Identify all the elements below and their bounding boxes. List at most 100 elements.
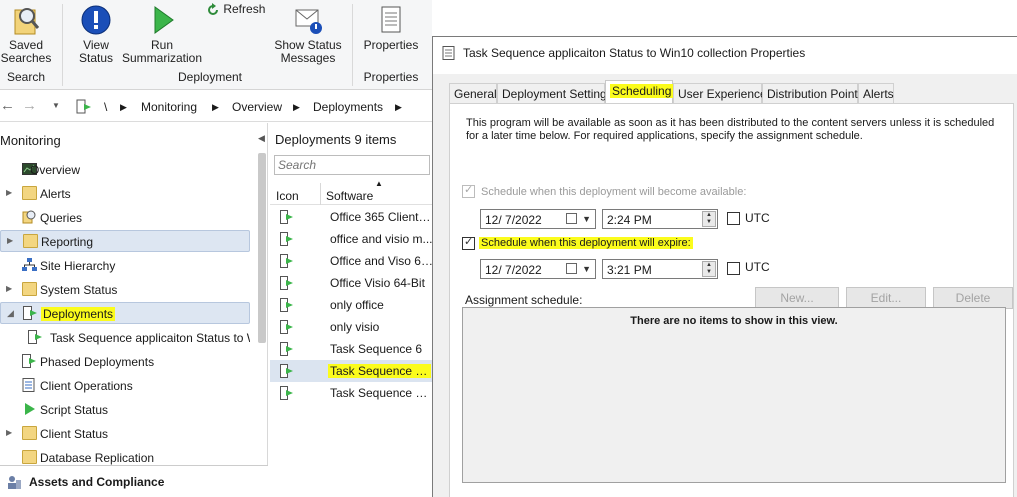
view-status-button[interactable]: View Status [72,4,120,65]
expand-arrow-icon[interactable]: ▶ [6,284,12,293]
tree-item-database-replication[interactable]: Database Replication [0,447,250,465]
column-header-icon[interactable]: Icon [276,189,299,203]
nav-scrollbar[interactable] [258,153,266,343]
tree-item-phased-deployments[interactable]: Phased Deployments [0,351,250,373]
list-row[interactable]: office and visio m... [270,228,433,250]
expand-arrow-icon[interactable]: ▶ [6,188,12,197]
refresh-label: Refresh [223,2,266,17]
spin-button-icon[interactable]: ▲ ▼ [702,211,716,227]
calendar-icon[interactable] [566,263,577,274]
tree-item-label: Overview [30,163,81,177]
column-divider [320,183,321,205]
expire-date-picker[interactable]: 12/ 7/2022 ▼ [480,259,596,279]
tab-distribution-points[interactable]: Distribution Points [762,83,864,104]
history-dropdown-icon[interactable]: ▼ [52,101,60,110]
scheduling-page: This program will be available as soon a… [449,103,1014,497]
spin-button-icon[interactable]: ▲ ▼ [702,261,716,277]
tab-user-experience[interactable]: User Experience [673,83,767,104]
expire-utc-label: UTC [745,260,770,274]
tab-general[interactable]: General [449,83,497,104]
list-row[interactable]: Office and Viso 64... [270,250,433,272]
deployment-icon [280,386,293,400]
available-checkbox[interactable]: ✓ [462,184,475,198]
search-box[interactable] [274,155,430,175]
column-header-software[interactable]: Software [326,189,373,203]
list-row[interactable]: Task Sequence 6 [270,338,432,360]
tree-item-reporting[interactable]: ▶ Reporting [0,230,250,252]
ribbon: Saved Searches View Status Run Summariza… [0,0,432,90]
list-row-selected[interactable]: Task Sequence ap... [270,360,432,382]
tree-item-queries[interactable]: Queries [0,207,250,229]
tree-item-site-hierarchy[interactable]: Site Hierarchy [0,255,250,277]
show-status-messages-button[interactable]: Show Status Messages [272,4,344,65]
collapse-arrow-icon[interactable]: ◢ [7,308,14,319]
expand-arrow-icon[interactable]: ▶ [7,236,13,245]
chevron-down-icon[interactable]: ▼ [582,264,591,274]
workspace-assets-and-compliance[interactable]: Assets and Compliance [0,465,268,497]
list-row[interactable]: only visio [270,316,432,338]
folder-icon [23,234,38,248]
expire-utc-checkbox[interactable] [727,262,740,275]
list-row[interactable]: Task Sequence we... [270,382,433,404]
tree-item-task-sequence-status[interactable]: Task Sequence applicaiton Status to W [0,327,250,349]
back-arrow-icon[interactable]: ← [0,97,15,114]
tab-alerts[interactable]: Alerts [858,83,894,104]
queries-icon [22,210,36,224]
saved-searches-button[interactable]: Saved Searches [0,4,52,65]
properties-button[interactable]: Properties [360,4,422,52]
sort-ascending-icon: ▲ [375,179,383,188]
chevron-down-icon[interactable]: ▼ [582,214,591,224]
calendar-icon[interactable] [566,213,577,224]
expire-checkbox[interactable]: ✓ [462,236,475,250]
tree-item-client-status[interactable]: ▶ Client Status [0,423,250,445]
expand-arrow-icon[interactable]: ▶ [6,428,12,437]
run-summarization-label: Run Summarization [121,38,203,65]
list-row[interactable]: only office [270,294,432,316]
row-software: Task Sequence 6 [330,342,423,356]
properties-icon [442,46,455,60]
ribbon-separator [352,4,353,86]
available-utc-checkbox[interactable] [727,212,740,225]
tree-item-alerts[interactable]: ▶ Alerts [0,183,250,205]
tab-deployment-settings[interactable]: Deployment Settings [497,83,613,104]
expire-time-picker[interactable]: 3:21 PM ▲ ▼ [602,259,718,279]
deployment-icon [280,276,293,290]
tree-item-deployments[interactable]: ◢ Deployments [0,302,250,324]
folder-icon [22,426,37,440]
nav-title: Monitoring [0,133,61,148]
edit-button[interactable]: Edit... [846,287,926,309]
tree-item-label: System Status [40,283,118,297]
hierarchy-icon [22,258,37,271]
status-messages-icon [295,9,322,34]
available-time-picker[interactable]: 2:24 PM ▲ ▼ [602,209,718,229]
breadcrumb-monitoring[interactable]: Monitoring [141,100,197,114]
collapse-left-icon[interactable]: ◀ [258,133,265,144]
delete-button[interactable]: Delete [933,287,1013,309]
deployment-icon [280,298,293,312]
list-row[interactable]: Office 365 Client U... [270,206,433,228]
list-header: Icon Software ▲ [270,179,432,205]
play-icon [154,6,174,34]
expire-date: 12/ 7/2022 [485,263,542,277]
breadcrumb-root[interactable]: \ [104,100,107,114]
tree-item-label: Task Sequence applicaiton Status to W [50,331,250,345]
available-date-picker[interactable]: 12/ 7/2022 ▼ [480,209,596,229]
breadcrumb-deployments[interactable]: Deployments [313,100,383,114]
assignment-schedule-list[interactable]: There are no items to show in this view. [462,307,1006,483]
dialog-body: General Deployment Settings Scheduling U… [433,74,1017,497]
breadcrumb-overview[interactable]: Overview [232,100,282,114]
tree-item-overview[interactable]: Overview [0,159,250,181]
row-software: office and visio m... [330,232,433,246]
tab-scheduling[interactable]: Scheduling [605,80,674,104]
search-input[interactable] [278,157,428,173]
refresh-button[interactable]: Refresh [206,3,270,17]
tree-item-client-operations[interactable]: Client Operations [0,375,250,397]
tree-item-script-status[interactable]: Script Status [0,399,250,421]
forward-arrow-icon[interactable]: → [22,97,37,114]
chevron-right-icon: ▶ [120,102,127,112]
run-summarization-button[interactable]: Run Summarization [120,4,204,65]
tree-item-system-status[interactable]: ▶ System Status [0,279,250,301]
tree-item-label: Client Operations [40,379,133,393]
new-button[interactable]: New... [755,287,839,309]
list-row[interactable]: Office Visio 64-Bit [270,272,432,294]
